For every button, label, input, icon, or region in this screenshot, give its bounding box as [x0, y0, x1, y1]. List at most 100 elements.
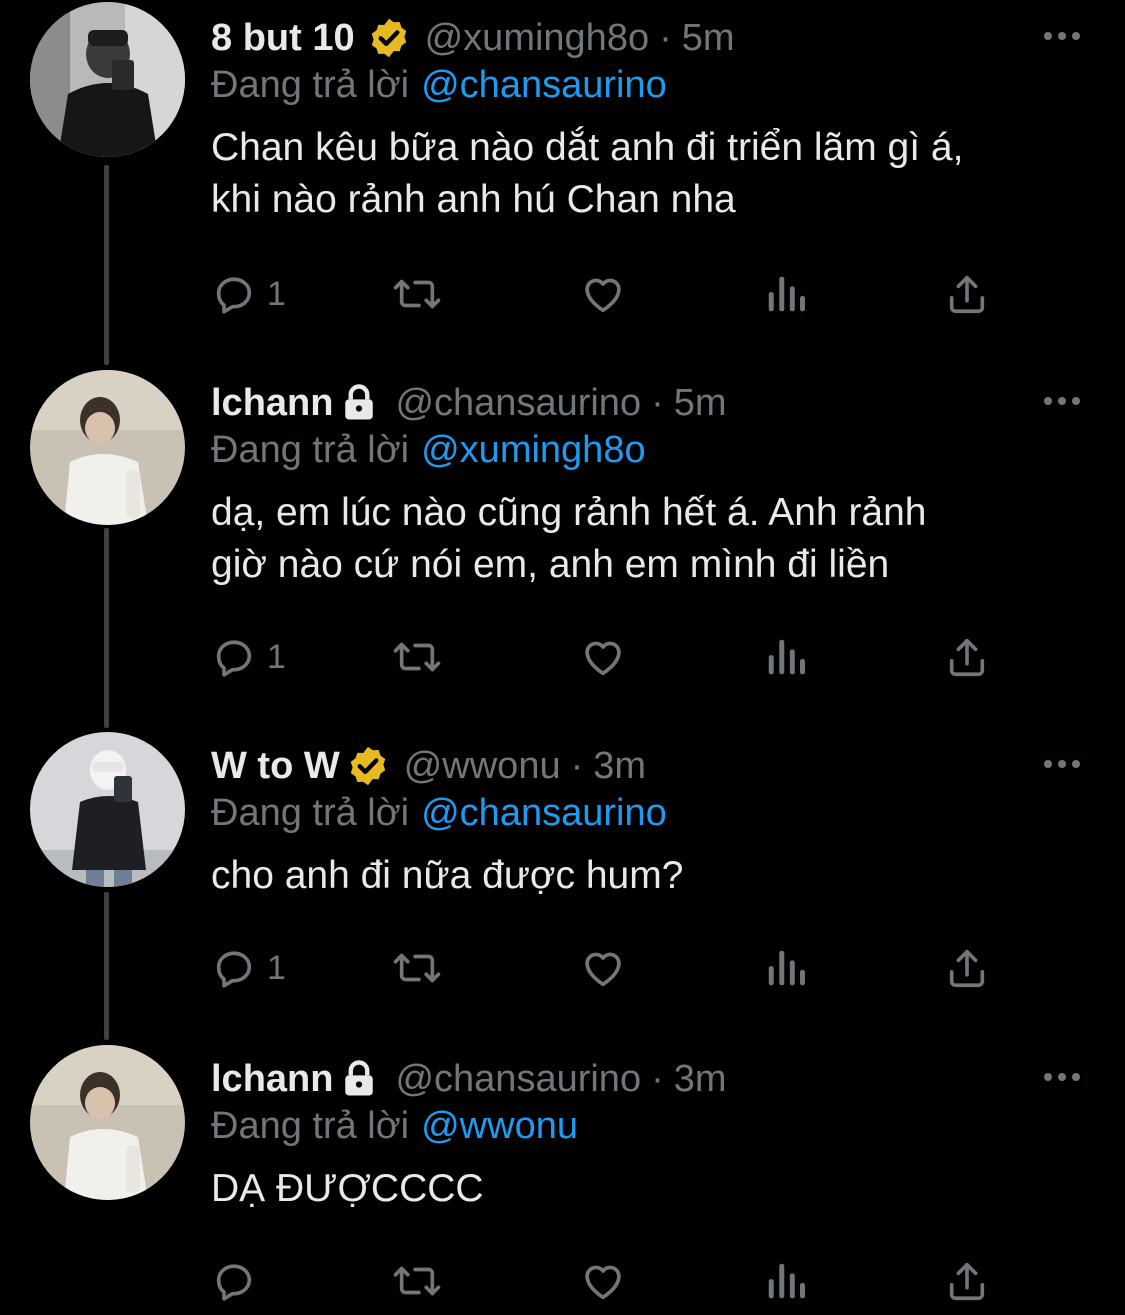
lock-icon — [337, 381, 381, 425]
more-options-icon[interactable] — [1040, 28, 1084, 44]
timestamp[interactable]: 5m — [674, 382, 727, 425]
reply-count: 1 — [267, 637, 286, 676]
retweet-button[interactable] — [389, 627, 445, 687]
tweet-text: DẠ ĐƯỢCCCC — [211, 1167, 484, 1210]
tweet[interactable]: W to W @wwonu · 3m Đang trả lời @chansaur… — [0, 730, 1125, 1080]
share-icon — [944, 945, 990, 991]
separator-dot: · — [659, 16, 672, 59]
like-button[interactable] — [579, 1251, 627, 1311]
analytics-icon — [764, 271, 808, 317]
tweet-header: lchann @chansaurino · 3m — [211, 1055, 727, 1103]
separator-dot: · — [570, 744, 584, 787]
views-button[interactable] — [764, 264, 808, 324]
retweet-button[interactable] — [389, 264, 445, 324]
timestamp[interactable]: 3m — [593, 745, 646, 788]
heart-icon — [579, 945, 627, 991]
replying-to: Đang trả lời @wwonu — [211, 1105, 578, 1148]
analytics-icon — [764, 1258, 808, 1304]
tweet-header: lchann @chansaurino · 5m — [211, 379, 727, 427]
retweet-icon — [389, 271, 445, 317]
tweet[interactable]: lchann @chansaurino · 5m Đang trả lời @xu… — [0, 367, 1125, 717]
reply-button[interactable]: 1 — [211, 264, 286, 324]
avatar[interactable] — [30, 732, 185, 887]
views-button[interactable] — [764, 627, 808, 687]
replying-label: Đang trả lời — [211, 1105, 410, 1147]
replying-to: Đang trả lời @chansaurino — [211, 792, 667, 835]
share-button[interactable] — [944, 938, 990, 998]
action-bar — [211, 1251, 1011, 1311]
replying-label: Đang trả lời — [211, 792, 410, 834]
retweet-icon — [389, 634, 445, 680]
analytics-icon — [764, 634, 808, 680]
analytics-icon — [764, 945, 808, 991]
verified-gold-icon — [346, 744, 390, 788]
share-icon — [944, 634, 990, 680]
tweet-text: Chan kêu bữa nào dắt anh đi triển lãm gì… — [211, 126, 964, 221]
share-icon — [944, 1258, 990, 1304]
heart-icon — [579, 271, 627, 317]
tweet-text: dạ, em lúc nào cũng rảnh hết á. Anh rảnh… — [211, 491, 927, 586]
like-button[interactable] — [579, 627, 627, 687]
verified-gold-icon — [367, 16, 411, 60]
reply-button[interactable]: 1 — [211, 938, 286, 998]
avatar[interactable] — [30, 1045, 185, 1200]
separator-dot: · — [651, 381, 664, 424]
mention-link[interactable]: @wwonu — [421, 1105, 578, 1147]
heart-icon — [579, 634, 627, 680]
handle[interactable]: @wwonu — [404, 745, 561, 788]
more-options-icon[interactable] — [1040, 393, 1084, 409]
handle[interactable]: @chansaurino — [395, 1058, 641, 1101]
timestamp[interactable]: 5m — [682, 17, 735, 60]
retweet-icon — [389, 945, 445, 991]
reply-icon — [211, 945, 257, 991]
replying-to: Đang trả lời @xumingh8o — [211, 429, 646, 472]
lock-icon — [337, 1057, 381, 1101]
share-button[interactable] — [944, 627, 990, 687]
tweet-text: cho anh đi nữa được hum? — [211, 854, 684, 897]
reply-count: 1 — [267, 274, 286, 313]
reply-icon — [211, 634, 257, 680]
share-button[interactable] — [944, 1251, 990, 1311]
avatar[interactable] — [30, 370, 185, 525]
retweet-icon — [389, 1258, 445, 1304]
display-name[interactable]: W to W — [211, 745, 340, 788]
share-button[interactable] — [944, 264, 990, 324]
tweet-header: W to W @wwonu · 3m — [211, 742, 646, 790]
timestamp[interactable]: 3m — [674, 1058, 727, 1101]
separator-dot: · — [651, 1057, 664, 1100]
conversation-thread: 8 but 10 @xumingh8o · 5m Đang trả lời @ch… — [0, 0, 1125, 1315]
tweet[interactable]: 8 but 10 @xumingh8o · 5m Đang trả lời @ch… — [0, 2, 1125, 352]
mention-link[interactable]: @chansaurino — [421, 64, 667, 106]
reply-icon — [211, 1258, 257, 1304]
share-icon — [944, 271, 990, 317]
display-name[interactable]: 8 but 10 — [211, 17, 355, 60]
reply-icon — [211, 271, 257, 317]
display-name[interactable]: lchann — [211, 1058, 333, 1101]
mention-link[interactable]: @chansaurino — [421, 792, 667, 834]
avatar[interactable] — [30, 2, 185, 157]
views-button[interactable] — [764, 938, 808, 998]
mention-link[interactable]: @xumingh8o — [421, 429, 645, 471]
like-button[interactable] — [579, 938, 627, 998]
retweet-button[interactable] — [389, 938, 445, 998]
tweet-header: 8 but 10 @xumingh8o · 5m — [211, 14, 735, 62]
views-button[interactable] — [764, 1251, 808, 1311]
action-bar: 1 — [211, 627, 1011, 687]
reply-button[interactable]: 1 — [211, 627, 286, 687]
reply-count: 1 — [267, 948, 286, 987]
action-bar: 1 — [211, 264, 1011, 324]
more-options-icon[interactable] — [1040, 1069, 1084, 1085]
retweet-button[interactable] — [389, 1251, 445, 1311]
replying-label: Đang trả lời — [211, 429, 410, 471]
tweet[interactable]: lchann @chansaurino · 3m Đang trả lời @ww… — [0, 1043, 1125, 1315]
more-options-icon[interactable] — [1040, 756, 1084, 772]
reply-button[interactable] — [211, 1251, 267, 1311]
heart-icon — [579, 1258, 627, 1304]
replying-to: Đang trả lời @chansaurino — [211, 64, 667, 107]
display-name[interactable]: lchann — [211, 382, 333, 425]
handle[interactable]: @xumingh8o — [425, 17, 649, 60]
like-button[interactable] — [579, 264, 627, 324]
handle[interactable]: @chansaurino — [395, 382, 641, 425]
replying-label: Đang trả lời — [211, 64, 410, 106]
action-bar: 1 — [211, 938, 1011, 998]
